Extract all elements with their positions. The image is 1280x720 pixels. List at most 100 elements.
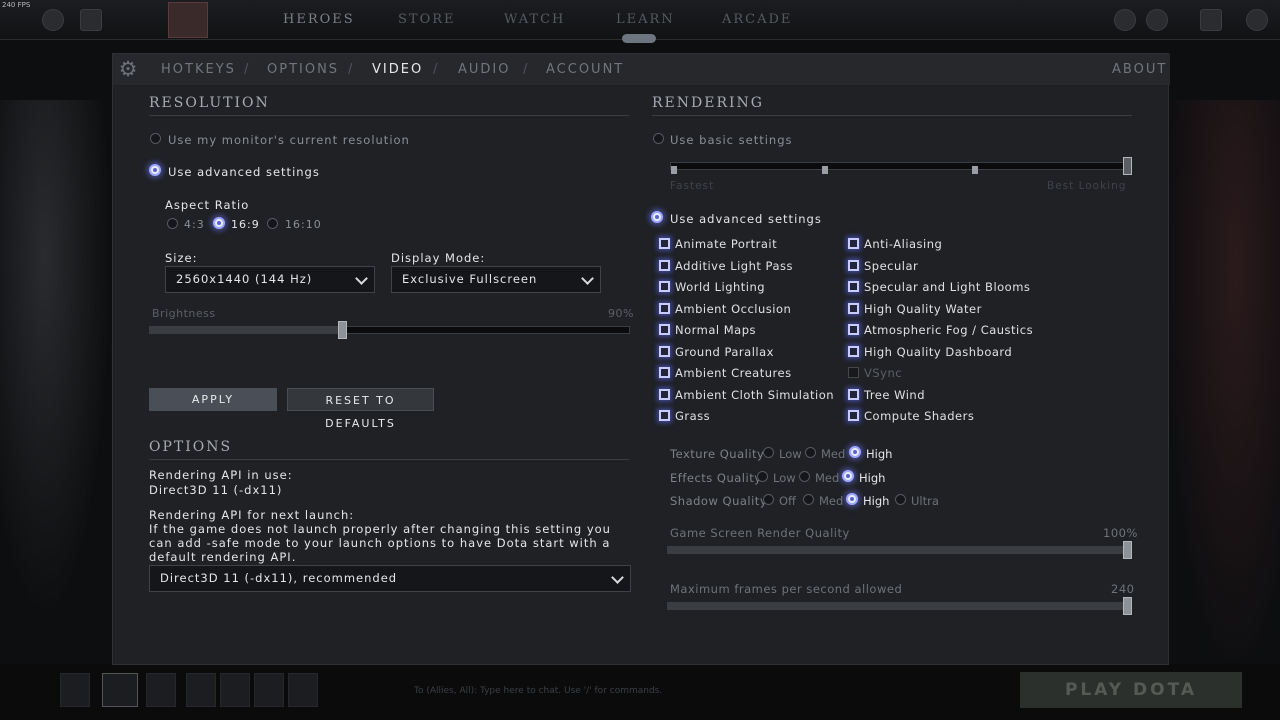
back-arrow-icon[interactable] <box>80 9 102 31</box>
brightness-slider-fill <box>150 327 342 333</box>
tab-about[interactable]: ABOUT <box>1112 62 1167 77</box>
checkbox-label: Normal Maps <box>675 323 757 337</box>
render-quality-fill <box>668 547 1124 553</box>
aspect-16-10-radio[interactable] <box>267 218 278 229</box>
tab-hotkeys[interactable]: HOTKEYS <box>161 62 236 77</box>
use-advanced-resolution-label: Use advanced settings <box>168 165 320 179</box>
shadow-ultra-radio[interactable] <box>895 494 906 505</box>
empty-slot[interactable] <box>288 673 318 707</box>
nav-arcade[interactable]: ARCADE <box>722 12 792 27</box>
checkbox-label: Compute Shaders <box>864 409 975 423</box>
display-mode-value: Exclusive Fullscreen <box>402 272 538 286</box>
tab-account[interactable]: ACCOUNT <box>546 62 624 77</box>
use-advanced-resolution-radio[interactable] <box>149 164 161 176</box>
checkbox[interactable] <box>659 281 670 292</box>
checkbox[interactable] <box>659 259 670 271</box>
checkbox[interactable] <box>659 345 670 357</box>
divider <box>149 459 629 460</box>
checkbox[interactable] <box>848 388 859 400</box>
chevron-down-icon <box>581 272 594 285</box>
effects-med-radio[interactable] <box>799 471 810 482</box>
checkbox[interactable] <box>659 367 670 378</box>
checkbox[interactable] <box>848 345 859 357</box>
checkbox[interactable] <box>659 238 670 249</box>
max-fps-value: 240 <box>1111 582 1135 596</box>
basic-quality-slider[interactable] <box>670 157 1132 175</box>
apply-button[interactable]: APPLY <box>149 388 277 411</box>
rendering-title: RENDERING <box>652 95 764 111</box>
nav-watch[interactable]: WATCH <box>504 12 565 27</box>
display-mode-dropdown[interactable]: Exclusive Fullscreen <box>391 266 601 293</box>
effects-low-radio[interactable] <box>757 471 768 482</box>
empty-slot[interactable] <box>186 673 216 707</box>
currency-icon[interactable] <box>1114 9 1136 31</box>
menu-icon[interactable] <box>1200 9 1222 31</box>
nav-store[interactable]: STORE <box>398 12 456 27</box>
checkbox-label: Specular <box>864 258 919 273</box>
use-monitor-resolution-radio[interactable] <box>150 133 161 144</box>
max-fps-handle[interactable] <box>1123 597 1132 615</box>
checkbox-label: High Quality Water <box>864 301 982 316</box>
dota-logo[interactable] <box>168 2 208 38</box>
checkbox-label: Anti-Aliasing <box>864 237 943 251</box>
basic-quality-handle[interactable] <box>1123 157 1132 175</box>
tab-audio[interactable]: AUDIO <box>458 62 511 77</box>
avatar[interactable] <box>1246 9 1268 31</box>
max-fps-slider[interactable] <box>667 597 1132 615</box>
empty-slot[interactable] <box>254 673 284 707</box>
checkbox[interactable] <box>848 259 859 271</box>
shadow-off-radio[interactable] <box>763 494 774 505</box>
hero-slot[interactable] <box>102 673 138 707</box>
aspect-16-9-radio[interactable] <box>213 217 225 229</box>
nav-learn[interactable]: LEARN <box>616 12 675 27</box>
texture-quality-label: Texture Quality <box>670 447 765 461</box>
settings-icon[interactable] <box>42 9 64 31</box>
slider-tick <box>822 166 828 174</box>
render-quality-slider[interactable] <box>667 541 1132 559</box>
rendering-api-dropdown[interactable]: Direct3D 11 (-dx11), recommended <box>149 565 631 592</box>
checkbox[interactable] <box>659 410 670 421</box>
best-looking-label: Best Looking <box>1047 180 1127 192</box>
hero-slot[interactable] <box>146 673 176 707</box>
chat-input[interactable]: To (Allies, All): Type here to chat. Use… <box>414 686 662 696</box>
empty-slot[interactable] <box>220 673 250 707</box>
render-quality-handle[interactable] <box>1123 541 1132 559</box>
checkbox-label: Ambient Creatures <box>675 366 792 380</box>
checkbox[interactable] <box>848 367 859 378</box>
checkbox[interactable] <box>848 324 859 335</box>
size-dropdown[interactable]: 2560x1440 (144 Hz) <box>165 266 375 293</box>
settings-panel: ⚙ HOTKEYS / OPTIONS / VIDEO / AUDIO / AC… <box>112 53 1170 665</box>
checkbox[interactable] <box>848 281 859 292</box>
party-slot[interactable] <box>60 673 90 707</box>
texture-med-radio[interactable] <box>805 447 816 458</box>
effects-high-radio[interactable] <box>842 470 854 482</box>
friends-icon[interactable] <box>1146 9 1168 31</box>
brightness-slider-handle[interactable] <box>337 321 347 339</box>
checkbox[interactable] <box>848 302 859 314</box>
brightness-slider[interactable] <box>149 321 630 339</box>
reset-to-defaults-button[interactable]: RESET TO DEFAULTS <box>287 388 434 430</box>
texture-high-label: High <box>866 447 893 461</box>
checkbox-label: World Lighting <box>675 280 766 294</box>
use-basic-settings-radio[interactable] <box>653 133 664 144</box>
checkbox[interactable] <box>659 324 670 335</box>
brightness-label: Brightness <box>152 307 216 320</box>
tab-video[interactable]: VIDEO <box>372 62 423 77</box>
tab-separator: / <box>348 62 353 77</box>
shadow-med-radio[interactable] <box>803 494 814 505</box>
checkbox[interactable] <box>659 388 670 400</box>
aspect-4-3-radio[interactable] <box>167 218 178 229</box>
checkbox[interactable] <box>848 238 859 249</box>
api-in-use-value: Direct3D 11 (-dx11) <box>149 483 283 497</box>
play-dota-button[interactable]: PLAY DOTA <box>1020 672 1242 708</box>
tab-options[interactable]: OPTIONS <box>267 62 339 77</box>
nav-heroes[interactable]: HEROES <box>283 12 355 27</box>
checkbox[interactable] <box>848 410 859 421</box>
texture-low-radio[interactable] <box>763 447 774 458</box>
checkbox[interactable] <box>659 302 670 314</box>
texture-low-label: Low <box>779 447 802 461</box>
texture-high-radio[interactable] <box>849 446 861 458</box>
divider <box>149 115 629 116</box>
use-advanced-rendering-radio[interactable] <box>651 211 663 223</box>
shadow-high-radio[interactable] <box>846 493 858 505</box>
